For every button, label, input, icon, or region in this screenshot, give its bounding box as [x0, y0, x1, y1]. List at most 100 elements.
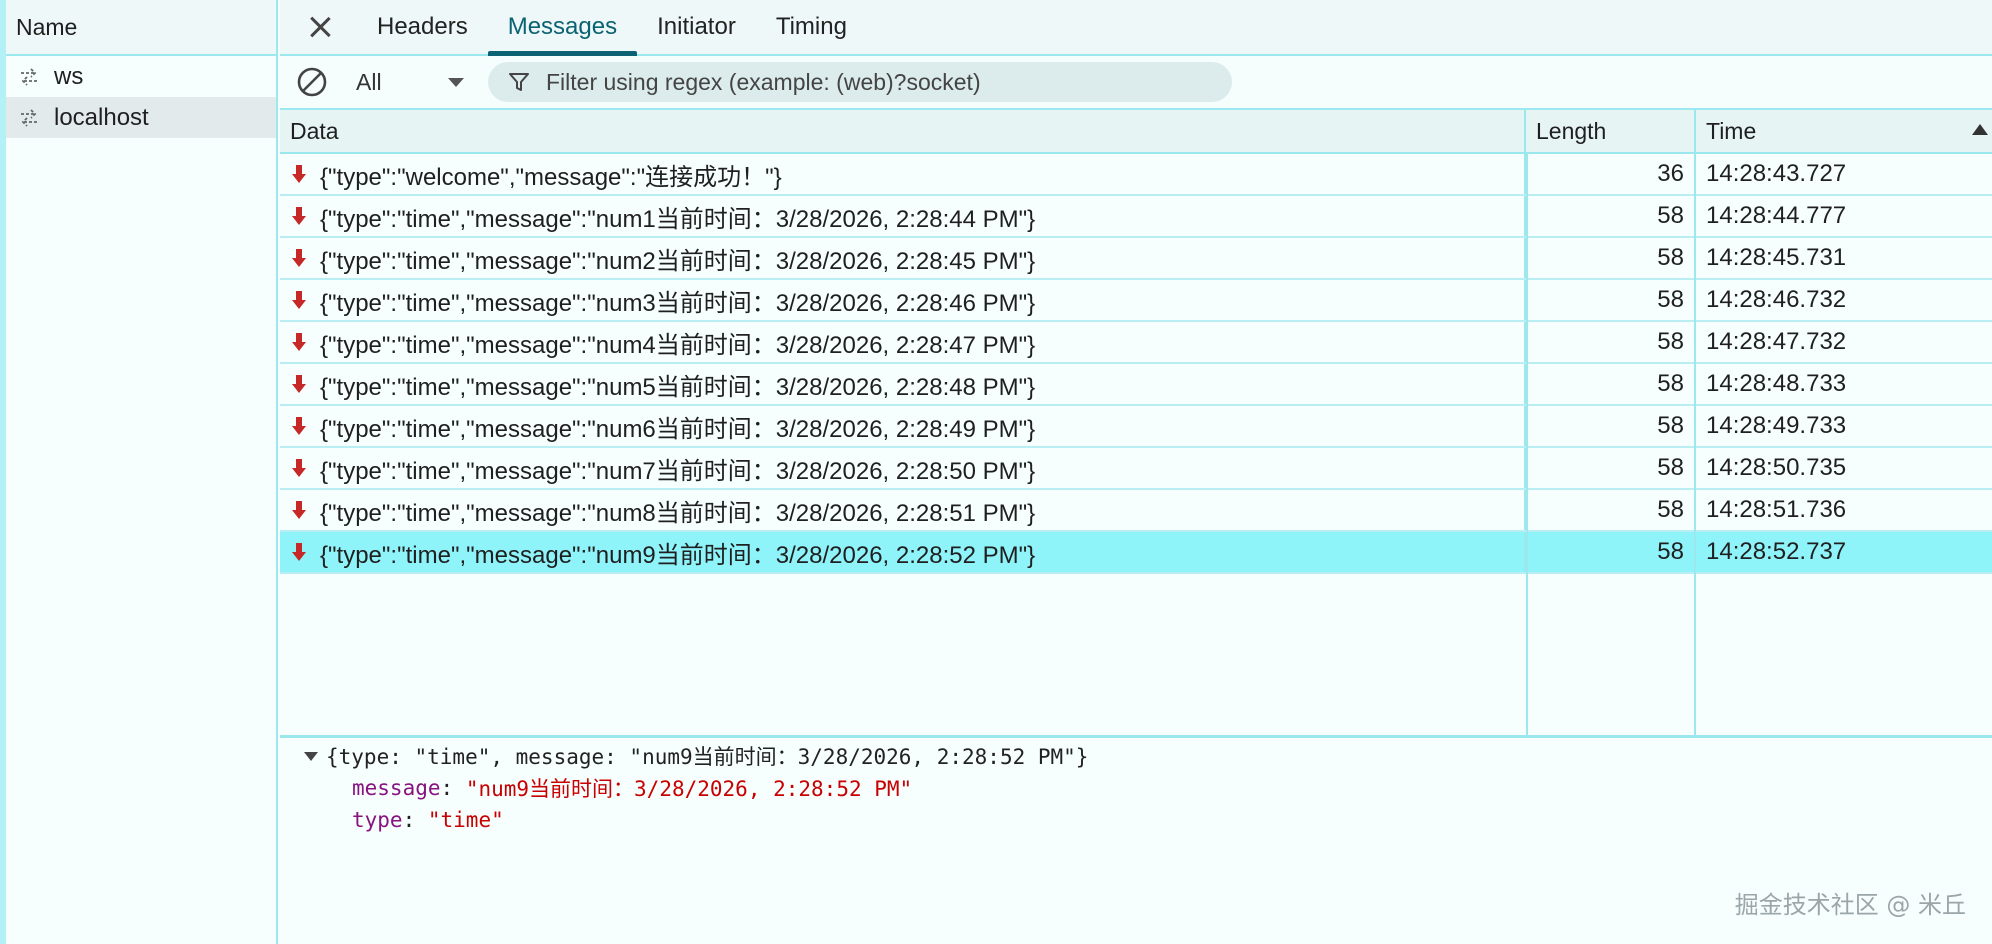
- message-data: {"type":"time","message":"num1当前时间：3/28/…: [320, 205, 1036, 233]
- message-time: 14:28:50.735: [1706, 454, 1847, 481]
- message-length: 58: [1526, 406, 1696, 446]
- message-length: 58: [1526, 364, 1696, 404]
- detail-tabbar: Headers Messages Initiator Timing: [280, 0, 1992, 56]
- message-length: 36: [1526, 154, 1696, 194]
- message-type-value: All: [356, 68, 382, 95]
- message-time: 14:28:44.777: [1706, 202, 1847, 229]
- name-column-header[interactable]: Name: [6, 0, 276, 56]
- close-icon[interactable]: [305, 12, 335, 42]
- message-length: 58: [1526, 490, 1696, 530]
- column-header-time[interactable]: Time: [1696, 110, 1992, 152]
- watermark: 掘金技术社区 @ 米丘: [1734, 891, 1966, 919]
- message-data: {"type":"welcome","message":"连接成功！"}: [320, 163, 782, 191]
- message-length: 58: [1526, 280, 1696, 320]
- message-row[interactable]: {"type":"time","message":"num7当前时间：3/28/…: [280, 448, 1992, 490]
- request-list-pane: Name ws localhost: [0, 0, 278, 944]
- filter-icon: [509, 73, 529, 91]
- message-row[interactable]: {"type":"time","message":"num4当前时间：3/28/…: [280, 322, 1992, 364]
- message-data: {"type":"time","message":"num2当前时间：3/28/…: [320, 247, 1036, 275]
- message-data-cell: {"type":"time","message":"num3当前时间：3/28/…: [280, 280, 1526, 320]
- incoming-arrow-icon: [292, 375, 306, 393]
- message-data: {"type":"time","message":"num6当前时间：3/28/…: [320, 415, 1036, 443]
- message-row[interactable]: {"type":"time","message":"num9当前时间：3/28/…: [280, 532, 1992, 574]
- property-type[interactable]: type: "time": [280, 804, 1992, 836]
- request-detail-pane: Headers Messages Initiator Timing All Da…: [280, 0, 1992, 944]
- column-header-length[interactable]: Length: [1526, 110, 1696, 152]
- clear-messages-icon[interactable]: [296, 66, 328, 98]
- incoming-arrow-icon: [292, 249, 306, 267]
- websocket-icon: [18, 108, 40, 128]
- request-label: ws: [54, 62, 84, 90]
- message-data-cell: {"type":"time","message":"num2当前时间：3/28/…: [280, 238, 1526, 278]
- message-length: 58: [1526, 322, 1696, 362]
- message-length: 58: [1526, 238, 1696, 278]
- message-data: {"type":"time","message":"num4当前时间：3/28/…: [320, 331, 1036, 359]
- message-data-cell: {"type":"welcome","message":"连接成功！"}: [280, 154, 1526, 194]
- name-header-label: Name: [16, 13, 78, 40]
- message-data-cell: {"type":"time","message":"num9当前时间：3/28/…: [280, 532, 1526, 572]
- websocket-icon: [18, 67, 40, 87]
- message-time: 14:28:51.736: [1706, 496, 1847, 523]
- request-item-localhost[interactable]: localhost: [6, 97, 276, 138]
- column-header-data[interactable]: Data: [280, 110, 1526, 152]
- message-data-cell: {"type":"time","message":"num1当前时间：3/28/…: [280, 196, 1526, 236]
- message-data: {"type":"time","message":"num8当前时间：3/28/…: [320, 499, 1036, 527]
- message-row[interactable]: {"type":"welcome","message":"连接成功！"} 36 14…: [280, 154, 1992, 196]
- request-label: localhost: [54, 103, 149, 131]
- message-data: {"type":"time","message":"num3当前时间：3/28/…: [320, 289, 1036, 317]
- message-row[interactable]: {"type":"time","message":"num5当前时间：3/28/…: [280, 364, 1992, 406]
- incoming-arrow-icon: [292, 207, 306, 225]
- message-type-select[interactable]: All: [356, 69, 476, 96]
- message-row[interactable]: {"type":"time","message":"num1当前时间：3/28/…: [280, 196, 1992, 238]
- grid-header: Data Length Time: [280, 110, 1992, 154]
- message-data-cell: {"type":"time","message":"num5当前时间：3/28/…: [280, 364, 1526, 404]
- message-data-cell: {"type":"time","message":"num4当前时间：3/28/…: [280, 322, 1526, 362]
- message-time: 14:28:43.727: [1706, 160, 1847, 187]
- request-item-ws[interactable]: ws: [6, 56, 276, 97]
- message-row[interactable]: {"type":"time","message":"num3当前时间：3/28/…: [280, 280, 1992, 322]
- incoming-arrow-icon: [292, 333, 306, 351]
- chevron-down-icon: [448, 77, 464, 87]
- message-time: 14:28:48.733: [1706, 370, 1847, 397]
- grid-body: {"type":"welcome","message":"连接成功！"} 36 14…: [280, 154, 1992, 574]
- property-key: message: [352, 776, 441, 800]
- tab-initiator[interactable]: Initiator: [637, 0, 756, 54]
- message-time: 14:28:47.732: [1706, 328, 1847, 355]
- filter-input[interactable]: [544, 67, 1188, 97]
- message-time: 14:28:46.732: [1706, 286, 1847, 313]
- message-length: 58: [1526, 532, 1696, 572]
- object-summary-text: {type: "time", message: "num9当前时间：3/28/2…: [326, 745, 1089, 769]
- messages-grid: Data Length Time {"type":"welcome","mess…: [280, 110, 1992, 738]
- message-detail: {type: "time", message: "num9当前时间：3/28/2…: [280, 740, 1992, 836]
- message-data: {"type":"time","message":"num9当前时间：3/28/…: [320, 541, 1036, 569]
- property-message[interactable]: message: "num9当前时间：3/28/2026, 2:28:52 PM…: [280, 772, 1992, 804]
- incoming-arrow-icon: [292, 543, 306, 561]
- property-value: "num9当前时间：3/28/2026, 2:28:52 PM": [465, 777, 913, 801]
- message-time: 14:28:52.737: [1706, 538, 1847, 565]
- filter-box[interactable]: [488, 62, 1232, 102]
- expand-triangle-icon[interactable]: [304, 751, 318, 761]
- tab-messages[interactable]: Messages: [487, 0, 638, 56]
- incoming-arrow-icon: [292, 291, 306, 309]
- incoming-arrow-icon: [292, 165, 306, 183]
- property-key: type: [352, 808, 403, 832]
- message-data-cell: {"type":"time","message":"num7当前时间：3/28/…: [280, 448, 1526, 488]
- object-summary[interactable]: {type: "time", message: "num9当前时间：3/28/2…: [280, 740, 1992, 772]
- message-data-cell: {"type":"time","message":"num8当前时间：3/28/…: [280, 490, 1526, 530]
- column-header-time-label: Time: [1706, 117, 1757, 144]
- message-row[interactable]: {"type":"time","message":"num6当前时间：3/28/…: [280, 406, 1992, 448]
- message-data: {"type":"time","message":"num7当前时间：3/28/…: [320, 457, 1036, 485]
- messages-toolbar: All: [280, 56, 1992, 110]
- incoming-arrow-icon: [292, 501, 306, 519]
- tab-timing[interactable]: Timing: [756, 0, 867, 54]
- incoming-arrow-icon: [292, 459, 306, 477]
- message-data-cell: {"type":"time","message":"num6当前时间：3/28/…: [280, 406, 1526, 446]
- property-value: "time": [427, 808, 504, 832]
- message-length: 58: [1526, 196, 1696, 236]
- message-row[interactable]: {"type":"time","message":"num2当前时间：3/28/…: [280, 238, 1992, 280]
- tab-headers[interactable]: Headers: [357, 0, 488, 54]
- message-row[interactable]: {"type":"time","message":"num8当前时间：3/28/…: [280, 490, 1992, 532]
- message-time: 14:28:49.733: [1706, 412, 1847, 439]
- incoming-arrow-icon: [292, 417, 306, 435]
- message-data: {"type":"time","message":"num5当前时间：3/28/…: [320, 373, 1036, 401]
